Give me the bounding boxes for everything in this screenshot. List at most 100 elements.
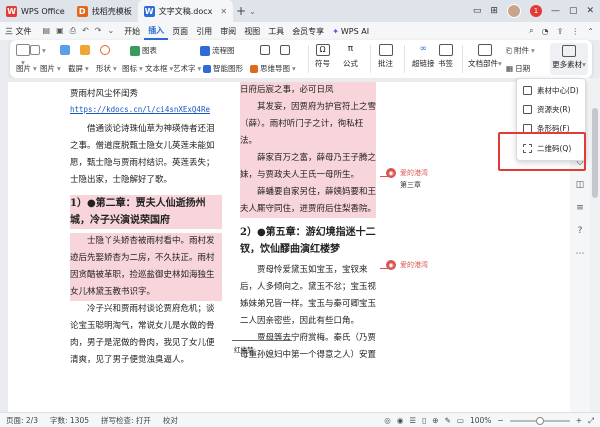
more-icon[interactable]: ⋮ — [571, 27, 579, 36]
materials-icon — [562, 45, 576, 57]
insert-shape-button[interactable]: 形状 ▾ — [96, 63, 117, 74]
hyperlink-button[interactable]: ∞ 超链接 — [412, 44, 435, 69]
tab-document[interactable]: W 文字文稿.docx ✕ — [137, 0, 234, 22]
minimize-icon[interactable]: — — [551, 6, 560, 16]
close-tab-icon[interactable]: ✕ — [220, 7, 227, 16]
sidebar-help-icon[interactable]: ? — [578, 226, 583, 236]
page-view-icon[interactable]: ▯ — [422, 416, 426, 425]
zoom-slider[interactable] — [509, 416, 570, 425]
flowchart-button[interactable]: 流程图 — [200, 45, 235, 56]
open-icon[interactable]: ▤ — [43, 26, 51, 36]
highlighted-paragraph: 薛家百万之富，薛母乃王子腾之妹，与贾政夫人王氏一母所生。 — [240, 150, 376, 184]
save-icon[interactable]: ▣ — [56, 26, 64, 36]
flowchart-icon — [200, 45, 210, 56]
zoom-in-icon[interactable]: + — [576, 416, 582, 425]
hyperlink[interactable]: https://kdocs.cn/l/ci4snXExQ4Re — [70, 103, 222, 117]
notification-badge[interactable]: 1 — [529, 5, 542, 17]
new-tab-button[interactable]: + — [233, 4, 249, 18]
redo-icon[interactable]: ↷ — [95, 26, 102, 36]
zoom-level: 100% — [469, 416, 492, 425]
avatar[interactable] — [506, 4, 521, 18]
collapse-icon[interactable]: ⌃ — [587, 27, 594, 36]
smart-graphic-button[interactable]: 智能图形 — [203, 63, 243, 74]
page-count[interactable]: 页面: 2/3 — [0, 415, 44, 426]
mindmap-button[interactable]: 思维导图 ▾ — [250, 63, 296, 74]
insert-icon-button[interactable]: 图标 ▾ — [122, 63, 143, 74]
document-column-right: 日府后宸之事，必可日凤 其发妄，因贾府为护官符上之雪（薛）。雨村听门子之计，徇私… — [240, 82, 376, 364]
menu-reference[interactable]: 引用 — [192, 22, 216, 40]
sidebar-settings-icon[interactable]: ≡ — [576, 203, 584, 213]
sidebar-chat-icon[interactable]: ◫ — [576, 180, 585, 190]
insert-image-button[interactable]: 图片 ▾ — [40, 63, 61, 74]
comment-card[interactable]: ◉ 爱的港湾 第三章 — [386, 168, 428, 190]
document-page[interactable]: 贾雨村风尘怀闺秀 https://kdocs.cn/l/ci4snXExQ4Re… — [8, 82, 380, 412]
status-bar: 页面: 2/3 字数: 1305 拼写检查: 打开 校对 ◎ ◉ ☰ ▯ ⊕ ✎… — [0, 412, 600, 427]
comment-avatar-icon: ◉ — [386, 168, 396, 178]
insert-picture-button[interactable]: 图片 ▾ — [16, 63, 37, 74]
wps-logo-icon: W — [6, 5, 17, 17]
zoom-slider-knob[interactable] — [535, 416, 544, 425]
tab-list-icon[interactable]: ⌄ — [249, 7, 256, 16]
sidebar-more-icon[interactable]: ⋯ — [576, 249, 585, 259]
symbol-button[interactable]: Ω 符号 — [315, 44, 330, 69]
bookmark-button[interactable]: 书签 — [438, 44, 453, 69]
list-icon[interactable]: ☰ — [409, 416, 416, 425]
fit-page-icon[interactable]: ⤢ — [588, 416, 594, 426]
wordart-button[interactable]: 艺术字 ▾ — [173, 63, 201, 74]
chart-button[interactable]: 图表 — [130, 45, 157, 56]
tab-docer[interactable]: D 找稻壳模板 — [71, 0, 138, 22]
insert-screenshot-button[interactable]: 截屏 ▾ — [68, 63, 89, 74]
menu-insert[interactable]: 插入 — [144, 22, 169, 40]
word-count[interactable]: 字数: 1305 — [44, 415, 95, 426]
attachment-button[interactable]: ⎗ 附件 ▾ — [506, 45, 535, 56]
edit-view-icon[interactable]: ✎ — [445, 416, 451, 425]
print-icon[interactable]: ⎙ — [70, 26, 76, 36]
close-window-icon[interactable]: ✕ — [586, 6, 594, 16]
comment-button[interactable]: 批注 — [378, 44, 393, 69]
more-materials-button[interactable]: 更多素材▾ — [550, 43, 588, 75]
menu-view[interactable]: 视图 — [240, 22, 264, 40]
menu-tools[interactable]: 工具 — [264, 22, 288, 40]
tab-wps-office[interactable]: W WPS Office — [0, 0, 71, 22]
maximize-icon[interactable]: ▢ — [569, 6, 578, 16]
eye-icon[interactable]: ◉ — [397, 416, 404, 425]
ai-icon: ✦ — [332, 26, 339, 36]
vertical-scrollbar[interactable] — [590, 78, 600, 412]
screenshot-group[interactable] — [80, 45, 90, 55]
textbox-button[interactable]: 文本框 ▾ — [145, 63, 173, 74]
history-icon[interactable]: ◔ — [542, 27, 549, 36]
menu-member[interactable]: 会员专享 — [288, 22, 328, 40]
scrollbar-thumb[interactable] — [592, 108, 598, 198]
comment-avatar-icon: ◉ — [386, 260, 396, 270]
dropdown-icon[interactable]: ⌄ — [107, 26, 114, 36]
symbol-small-button[interactable] — [280, 45, 290, 55]
apps-icon[interactable]: ⊞ — [490, 6, 498, 16]
menu-review[interactable]: 审阅 — [216, 22, 240, 40]
material-center-icon — [523, 85, 532, 95]
page-break-button[interactable]: ▾ — [30, 45, 46, 55]
menu-item-resource-folder[interactable]: 资源夹(R) — [523, 102, 571, 116]
menu-page[interactable]: 页面 — [168, 22, 192, 40]
search-icon[interactable]: ⌕ — [529, 26, 533, 36]
window-layout-icon[interactable]: ▭ — [473, 6, 482, 16]
more-shapes-button[interactable] — [260, 45, 270, 55]
wps-ai-button[interactable]: ✦ WPS AI — [328, 22, 373, 40]
undo-icon[interactable]: ↶ — [82, 26, 89, 36]
menu-item-material-center[interactable]: 素材中心(D) — [523, 83, 579, 97]
comment-card[interactable]: ◉ 爱的港湾 — [386, 260, 428, 272]
shape-group[interactable] — [100, 45, 110, 55]
proofread[interactable]: 校对 — [157, 415, 184, 426]
doc-parts-button[interactable]: 文档部件▾ — [468, 44, 502, 69]
spell-check[interactable]: 拼写检查: 打开 — [95, 415, 157, 426]
formula-button[interactable]: π 公式 — [343, 44, 358, 69]
share-icon[interactable]: ⇪ — [557, 27, 564, 36]
zoom-out-icon[interactable]: − — [497, 416, 503, 425]
menu-home[interactable]: 开始 — [120, 22, 144, 40]
date-button[interactable]: ▦ 日期 — [506, 63, 530, 74]
read-view-icon[interactable]: ▭ — [457, 416, 464, 425]
web-view-icon[interactable]: ⊕ — [432, 416, 438, 425]
screenshot-icon — [80, 45, 90, 55]
view-mode-icon[interactable]: ◎ — [384, 416, 391, 425]
picture-group[interactable] — [60, 45, 70, 55]
file-menu[interactable]: 三 文件 — [0, 26, 37, 37]
